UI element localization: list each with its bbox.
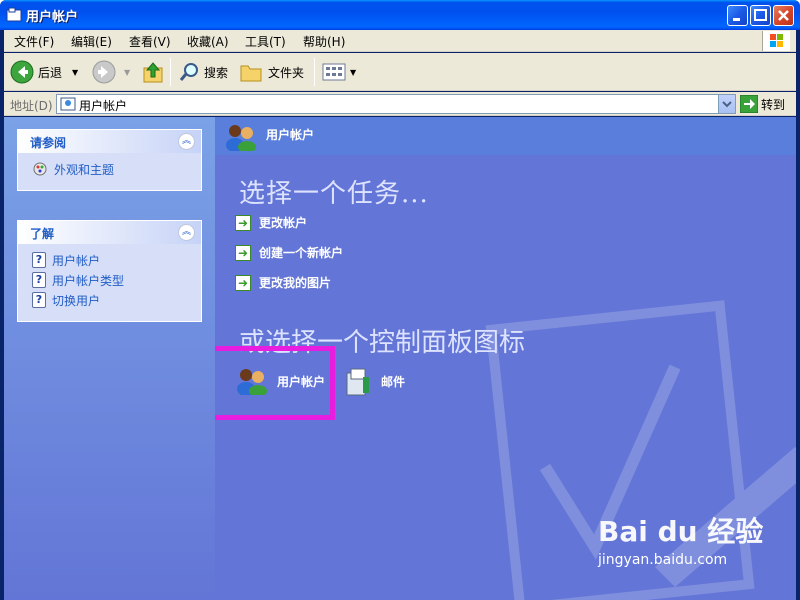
menu-file[interactable]: 文件(F) <box>14 33 54 50</box>
address-value: 用户帐户 <box>79 99 128 113</box>
close-icon <box>778 10 789 21</box>
see-also-panel: 请参阅 ︽ 外观和主题 <box>17 129 202 191</box>
back-button[interactable]: 后退 ▼ <box>10 59 78 85</box>
link-label: 外观和主题 <box>54 162 115 177</box>
close-button[interactable] <box>773 5 794 26</box>
folder-up-icon <box>143 62 163 83</box>
minimize-icon <box>733 18 740 21</box>
menu-tools[interactable]: 工具(T) <box>245 33 286 50</box>
explorer-window: 用户帐户 文件(F) 编辑(E) 查看(V) 收藏(A) 工具(T) 帮助(H) <box>0 0 800 600</box>
baidu-watermark: Bai du 经验 jingyan.baidu.com <box>598 510 763 568</box>
chevron-down-icon[interactable]: ▼ <box>124 68 130 77</box>
task-label: 更改帐户 <box>259 216 308 230</box>
forward-arrow-icon <box>92 60 116 84</box>
title-bar[interactable]: 用户帐户 <box>0 0 800 30</box>
baidu-url: jingyan.baidu.com <box>598 552 728 568</box>
learn-about-panel: 了解 ︽ ? 用户帐户 ? 用户帐户类型 ? 切换用户 <box>17 220 202 322</box>
minimize-button[interactable] <box>727 5 748 26</box>
collapse-icon[interactable]: ︽ <box>178 224 195 241</box>
chevron-down-icon[interactable]: ▼ <box>72 68 78 77</box>
help-icon: ? <box>32 292 46 308</box>
learn-about-title: 了解 <box>30 227 55 241</box>
help-icon: ? <box>32 252 46 268</box>
up-button[interactable] <box>142 59 166 85</box>
maximize-button[interactable] <box>750 5 771 26</box>
arrow-right-icon: ➜ <box>235 214 251 231</box>
arrow-right-icon: ➜ <box>235 244 251 261</box>
folders-label: 文件夹 <box>268 65 305 80</box>
address-input[interactable]: 用户帐户 <box>56 94 736 114</box>
link-label: 切换用户 <box>52 293 101 308</box>
highlight-box <box>215 346 335 420</box>
menu-view[interactable]: 查看(V) <box>129 33 171 50</box>
search-icon <box>179 63 198 81</box>
task-label: 创建一个新帐户 <box>259 246 344 260</box>
baidu-logo: Bai du 经验 <box>598 515 764 548</box>
task-change-account[interactable]: ➜ 更改帐户 <box>235 214 307 231</box>
menu-edit[interactable]: 编辑(E) <box>71 33 112 50</box>
search-button[interactable]: 搜索 <box>178 59 228 85</box>
content-header-title: 用户帐户 <box>266 128 315 142</box>
menu-favorites[interactable]: 收藏(A) <box>187 33 229 50</box>
go-button[interactable]: 转到 <box>740 95 785 113</box>
views-button[interactable]: ▼ <box>322 59 356 85</box>
views-icon <box>322 63 346 81</box>
address-dropdown-button[interactable] <box>718 95 735 113</box>
address-bar: 地址(D) 用户帐户 转到 <box>4 92 796 116</box>
window-title: 用户帐户 <box>26 10 79 25</box>
folder-icon <box>6 7 22 22</box>
link-user-account-types[interactable]: ? 用户帐户类型 <box>32 270 201 290</box>
help-icon: ? <box>32 272 46 288</box>
back-label: 后退 <box>38 65 63 80</box>
toolbar: 后退 ▼ ▼ 搜索 文件夹 ▼ <box>4 53 796 91</box>
go-arrow-icon <box>740 95 758 113</box>
link-appearance-themes[interactable]: 外观和主题 <box>32 159 201 179</box>
learn-about-header[interactable]: 了解 ︽ <box>18 221 201 244</box>
mail-icon <box>346 368 369 396</box>
user-accounts-icon <box>226 125 256 151</box>
see-also-title: 请参阅 <box>30 136 67 150</box>
appearance-icon <box>33 162 47 176</box>
chevron-down-icon[interactable]: ▼ <box>350 68 356 77</box>
content-header: 用户帐户 <box>215 117 796 155</box>
menu-help[interactable]: 帮助(H) <box>303 33 345 50</box>
task-pane: 请参阅 ︽ 外观和主题 了解 ︽ ? 用户帐户 ? 用户帐户类型 ? 切换用户 <box>4 117 215 600</box>
link-switch-users[interactable]: ? 切换用户 <box>32 290 201 310</box>
menu-bar: 文件(F) 编辑(E) 查看(V) 收藏(A) 工具(T) 帮助(H) <box>4 30 796 52</box>
task-heading: 选择一个任务... <box>239 179 429 209</box>
task-change-picture[interactable]: ➜ 更改我的图片 <box>235 274 331 291</box>
link-label: 用户帐户 <box>52 253 101 268</box>
task-label: 更改我的图片 <box>259 276 332 290</box>
link-label: 用户帐户类型 <box>52 273 125 288</box>
search-label: 搜索 <box>204 65 229 80</box>
see-also-header[interactable]: 请参阅 ︽ <box>18 130 201 153</box>
go-label: 转到 <box>761 97 786 112</box>
back-arrow-icon <box>10 60 34 84</box>
maximize-icon <box>754 9 767 21</box>
arrow-right-icon: ➜ <box>235 274 251 291</box>
cp-icon-label: 邮件 <box>381 374 406 389</box>
cp-icon-mail[interactable]: 邮件 <box>343 365 405 397</box>
link-user-accounts[interactable]: ? 用户帐户 <box>32 250 201 270</box>
forward-button[interactable]: ▼ <box>92 59 130 85</box>
chevron-down-icon <box>722 101 732 108</box>
folder-icon <box>240 65 262 82</box>
collapse-icon[interactable]: ︽ <box>178 133 195 150</box>
windows-logo-icon <box>762 31 790 51</box>
user-accounts-icon <box>60 97 76 111</box>
folders-button[interactable]: 文件夹 <box>240 59 304 85</box>
task-create-account[interactable]: ➜ 创建一个新帐户 <box>235 244 343 261</box>
address-label: 地址(D) <box>10 99 53 113</box>
